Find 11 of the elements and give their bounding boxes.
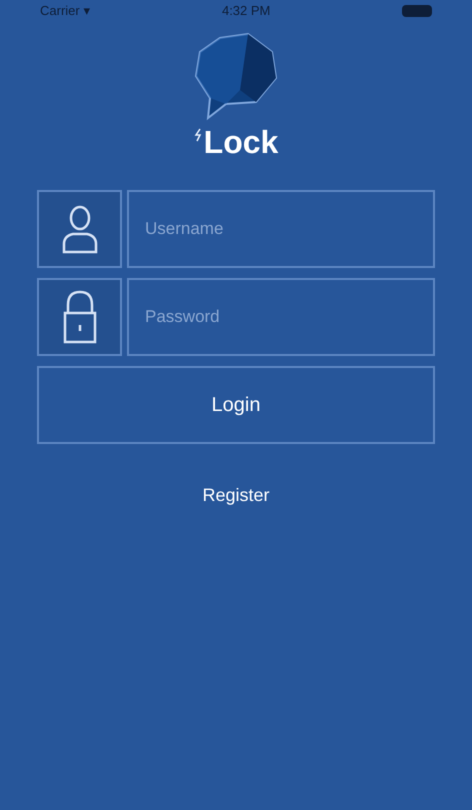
person-icon: [60, 204, 98, 254]
login-button[interactable]: Login: [37, 366, 435, 444]
register-link[interactable]: Register: [202, 482, 270, 509]
logo-wordmark: Lock: [204, 124, 278, 160]
input-field[interactable]: Password: [127, 278, 435, 356]
carrier-label: Carrier ▾: [40, 2, 90, 20]
status-time: 4:32 PM: [222, 2, 270, 20]
battery-icon: [402, 5, 432, 17]
lightning-icon: [194, 128, 204, 142]
input-field[interactable]: Username: [127, 190, 435, 268]
padlock-icon: [62, 289, 98, 345]
